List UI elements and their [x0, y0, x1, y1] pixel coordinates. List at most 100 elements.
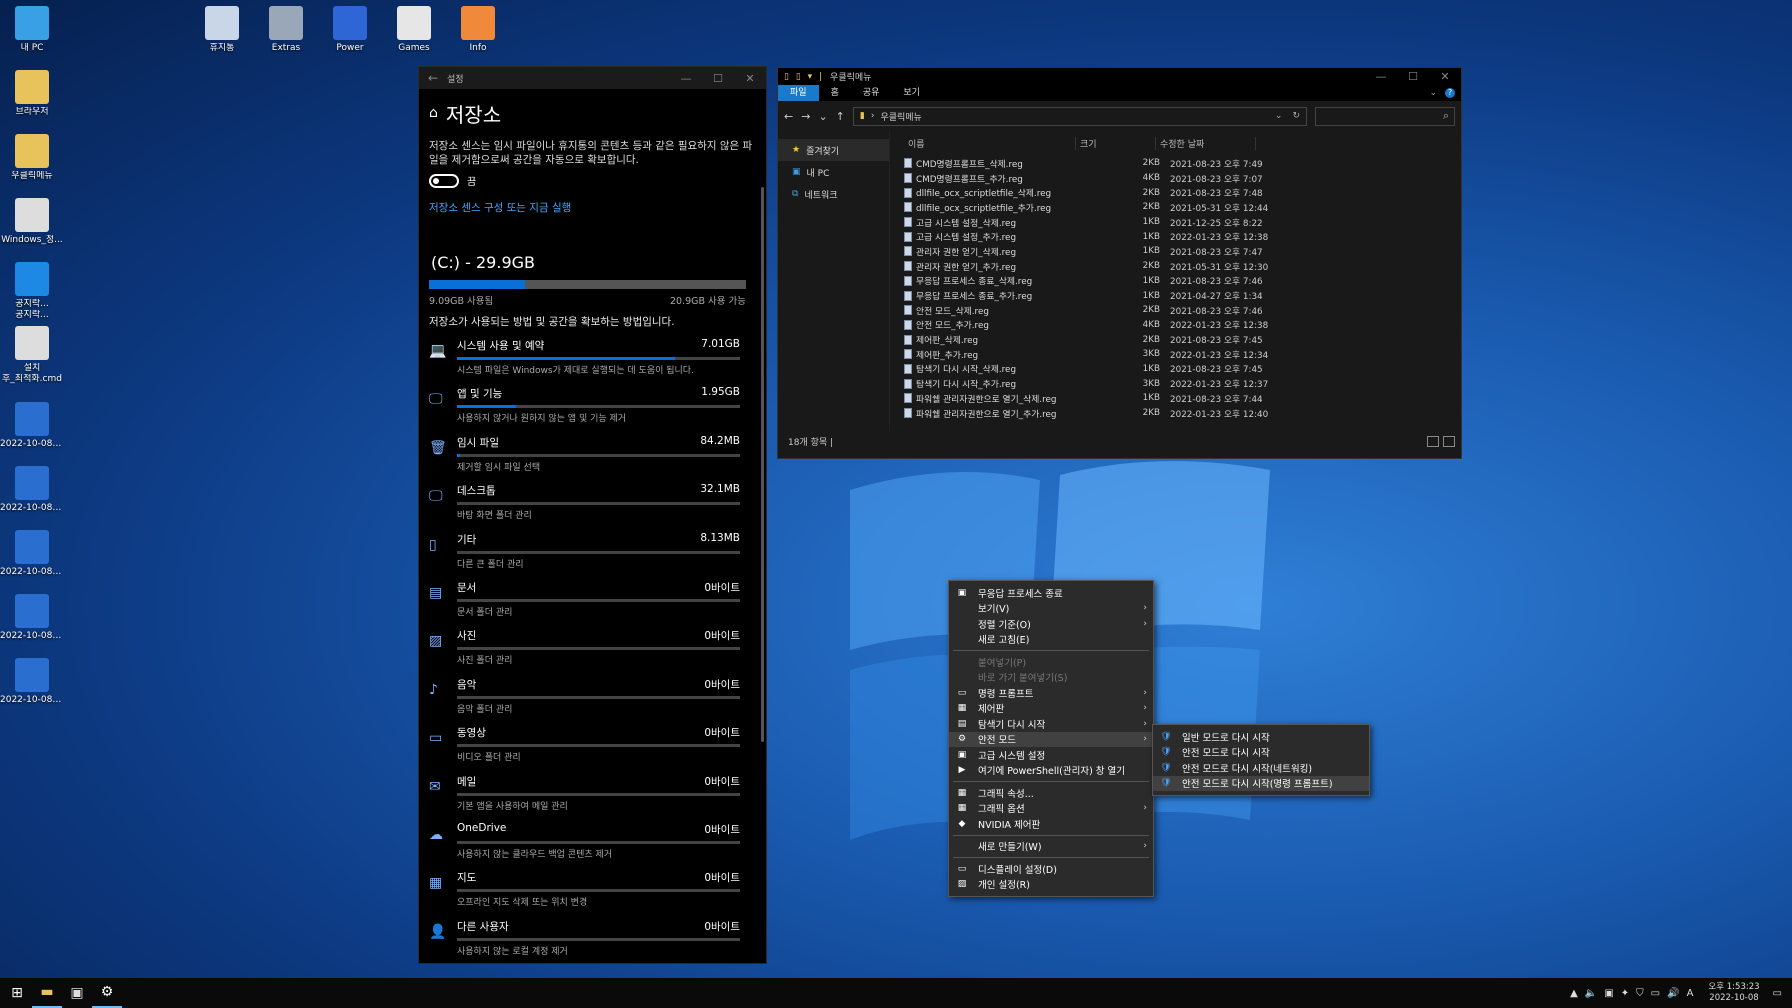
context-menu-item[interactable]: 붙여넣기(P)	[949, 654, 1153, 670]
file-row[interactable]: 제어판_삭제.reg 2KB 2021-08-23 오후 7:45	[904, 332, 1461, 347]
column-size[interactable]: 크기	[1076, 136, 1156, 150]
minimize-button[interactable]: —	[670, 72, 702, 85]
storage-category[interactable]: 🖵 데스크톱 32.1MB 바탕 화면 폴더 관리	[419, 480, 766, 528]
close-button[interactable]: ✕	[734, 72, 766, 85]
file-row[interactable]: dllfile_ocx_scriptletfile_추가.reg 2KB 2021-…	[904, 200, 1461, 215]
tray-icon[interactable]: ▭	[1651, 988, 1660, 999]
nav-item[interactable]: ★ 즐겨찾기	[778, 139, 889, 161]
file-row[interactable]: 파워쉘 관리자권한으로 열기_삭제.reg 1KB 2021-08-23 오후 7:…	[904, 391, 1461, 406]
storage-category[interactable]: ☁ OneDrive 0바이트 사용하지 않는 클라우드 백업 콘텐츠 제거	[419, 819, 766, 867]
file-row[interactable]: 파워쉘 관리자권한으로 열기_추가.reg 2KB 2022-01-23 오후 12…	[904, 406, 1461, 421]
storage-category[interactable]: ▨ 사진 0바이트 사진 폴더 관리	[419, 625, 766, 673]
large-icons-view-button[interactable]	[1443, 435, 1455, 447]
submenu-item[interactable]: 🛡 안전 모드로 다시 시작(네트워킹)	[1153, 760, 1369, 776]
storage-category[interactable]: 💻 시스템 사용 및 예약 7.01GB 시스템 파일은 Windows가 제대로 실…	[419, 335, 766, 383]
maximize-button[interactable]: ☐	[1397, 70, 1429, 83]
context-menu-item[interactable]: 새로 만들기(W) ›	[949, 839, 1153, 855]
address-bar[interactable]: ▮ › 우클릭메뉴 ⌄ ↻	[852, 106, 1307, 126]
nav-back-button[interactable]: ←	[784, 110, 793, 123]
tray-icon[interactable]: ✦	[1621, 988, 1629, 999]
desktop-icon[interactable]: 브라우저	[0, 70, 64, 118]
file-row[interactable]: 탐색기 다시 시작_추가.reg 3KB 2022-01-23 오후 12:37	[904, 376, 1461, 391]
desktop-icon[interactable]: 우클릭메뉴	[0, 134, 64, 182]
back-arrow-icon[interactable]: ←	[419, 71, 447, 85]
desktop-icon[interactable]: Games	[382, 6, 446, 54]
submenu-item[interactable]: 🛡 안전 모드로 다시 시작(명령 프롬프트)	[1153, 775, 1369, 791]
recent-locations-icon[interactable]: ⌄	[818, 110, 827, 123]
submenu-item[interactable]: 🛡 안전 모드로 다시 시작	[1153, 745, 1369, 761]
nav-item[interactable]: ▣ 내 PC	[778, 161, 889, 183]
file-explorer-taskbar-icon[interactable]: ▬	[32, 978, 62, 1008]
context-menu-item[interactable]: 정렬 기준(O) ›	[949, 616, 1153, 632]
context-menu-item[interactable]: ▣ 무응답 프로세스 종료	[949, 585, 1153, 601]
submenu-item[interactable]: 🛡 일반 모드로 다시 시작	[1153, 729, 1369, 745]
desktop-icon[interactable]: Power	[318, 6, 382, 54]
notification-icon[interactable]: ▭	[1773, 988, 1782, 999]
context-menu-item[interactable]: ▦ 그래픽 속성...	[949, 785, 1153, 801]
context-menu-item[interactable]: ▦ 그래픽 옵션 ›	[949, 801, 1153, 817]
context-menu-item[interactable]: ▤ 탐색기 다시 시작 ›	[949, 716, 1153, 732]
desktop-icon[interactable]: 휴지통	[190, 6, 254, 54]
nav-up-button[interactable]: ↑	[836, 110, 845, 123]
tab-home[interactable]: 홈	[819, 85, 851, 101]
tray-icon[interactable]: ▲	[1570, 988, 1578, 999]
ribbon-expand-icon[interactable]: ⌄	[1429, 88, 1437, 98]
context-menu-item[interactable]: 새로 고침(E)	[949, 632, 1153, 648]
details-view-button[interactable]	[1427, 435, 1439, 447]
tab-share[interactable]: 공유	[851, 85, 892, 101]
file-row[interactable]: 탐색기 다시 시작_삭제.reg 1KB 2021-08-23 오후 7:45	[904, 362, 1461, 377]
storage-category[interactable]: 👤 다른 사용자 0바이트 사용하지 않는 로컬 계정 제거	[419, 916, 766, 963]
storage-sense-toggle[interactable]	[429, 173, 459, 188]
file-row[interactable]: CMD명령프롬프트_삭제.reg 2KB 2021-08-23 오후 7:49	[904, 156, 1461, 171]
configure-storage-sense-link[interactable]: 저장소 센스 구성 또는 지금 실행	[419, 188, 766, 215]
context-menu-item[interactable]: ⚙ 안전 모드 ›	[949, 731, 1153, 747]
tray-icon[interactable]: ▣	[1604, 988, 1613, 999]
maximize-button[interactable]: ☐	[702, 72, 734, 85]
desktop-icon[interactable]: 2022-10-08_13....	[0, 658, 64, 706]
storage-category[interactable]: 🖵 앱 및 기능 1.95GB 사용하지 않거나 원하지 않는 앱 및 기능 제거	[419, 383, 766, 431]
storage-category[interactable]: ▦ 지도 0바이트 오프라인 지도 삭제 또는 위치 변경	[419, 867, 766, 915]
file-row[interactable]: 제어판_추가.reg 3KB 2022-01-23 오후 12:34	[904, 347, 1461, 362]
desktop-icon[interactable]: 2022-10-08_13....	[0, 402, 64, 450]
column-name[interactable]: 이름	[904, 136, 1076, 150]
context-menu-item[interactable]: ▶ 여기에 PowerShell(관리자) 창 열기	[949, 763, 1153, 779]
storage-category[interactable]: ♪ 음악 0바이트 음악 폴더 관리	[419, 674, 766, 722]
context-menu-item[interactable]: ▣ 고급 시스템 설정	[949, 747, 1153, 763]
file-row[interactable]: 관리자 권한 얻기_삭제.reg 1KB 2021-08-23 오후 7:47	[904, 244, 1461, 259]
context-menu-item[interactable]: ▭ 명령 프롬프트 ›	[949, 685, 1153, 701]
close-button[interactable]: ✕	[1429, 70, 1461, 83]
nav-forward-button[interactable]: →	[801, 110, 810, 123]
home-icon[interactable]: ⌂	[429, 105, 438, 121]
desktop-icon[interactable]: 2022-10-08_13....	[0, 530, 64, 578]
desktop-icon[interactable]: 내 PC	[0, 6, 64, 54]
context-menu-item[interactable]: ▨ 개인 설정(R)	[949, 877, 1153, 893]
desktop-icon[interactable]: Windows_정...	[0, 198, 64, 246]
search-input[interactable]: ⌕	[1315, 106, 1455, 126]
tray-icon[interactable]: 🔊	[1667, 988, 1679, 999]
scrollbar[interactable]	[761, 187, 764, 742]
desktop-icon[interactable]: Info	[446, 6, 510, 54]
file-row[interactable]: 관리자 권한 얻기_추가.reg 2KB 2021-05-31 오후 12:30	[904, 259, 1461, 274]
settings-taskbar-icon[interactable]: ⚙	[92, 978, 122, 1008]
context-menu-item[interactable]: 보기(V) ›	[949, 601, 1153, 617]
desktop-icon[interactable]: 2022-10-08_13....	[0, 466, 64, 514]
quick-access-toolbar[interactable]: ▯ ▯ ▾ |	[784, 72, 824, 82]
address-dropdown-icon[interactable]: ⌄	[1275, 111, 1283, 121]
clock[interactable]: 오후 1:53:23 2022-10-08	[1708, 982, 1759, 1004]
file-row[interactable]: dllfile_ocx_scriptletfile_삭제.reg 2KB 2021-…	[904, 185, 1461, 200]
storage-category[interactable]: ▯ 기타 8.13MB 다른 큰 폴더 관리	[419, 529, 766, 577]
minimize-button[interactable]: —	[1365, 70, 1397, 83]
context-menu-item[interactable]: ▦ 제어판 ›	[949, 701, 1153, 717]
tab-file[interactable]: 파일	[778, 85, 819, 101]
file-row[interactable]: 안전 모드_추가.reg 4KB 2022-01-23 오후 12:38	[904, 318, 1461, 333]
desktop-icon[interactable]: 2022-10-08_13....	[0, 594, 64, 642]
start-button[interactable]: ⊞	[2, 978, 32, 1008]
desktop-icon[interactable]: 설치 후_최적화.cmd	[0, 326, 64, 385]
storage-category[interactable]: ✉ 메일 0바이트 기본 앱을 사용하여 메일 관리	[419, 771, 766, 819]
column-date[interactable]: 수정한 날짜	[1156, 136, 1256, 150]
storage-category[interactable]: ▭ 동영상 0바이트 비디오 폴더 관리	[419, 722, 766, 770]
context-menu-item[interactable]: ▭ 디스플레이 설정(D)	[949, 861, 1153, 877]
file-row[interactable]: CMD명령프롬프트_추가.reg 4KB 2021-08-23 오후 7:07	[904, 171, 1461, 186]
nav-item[interactable]: ⧉ 네트워크	[778, 183, 889, 205]
desktop-icon[interactable]: Extras	[254, 6, 318, 54]
